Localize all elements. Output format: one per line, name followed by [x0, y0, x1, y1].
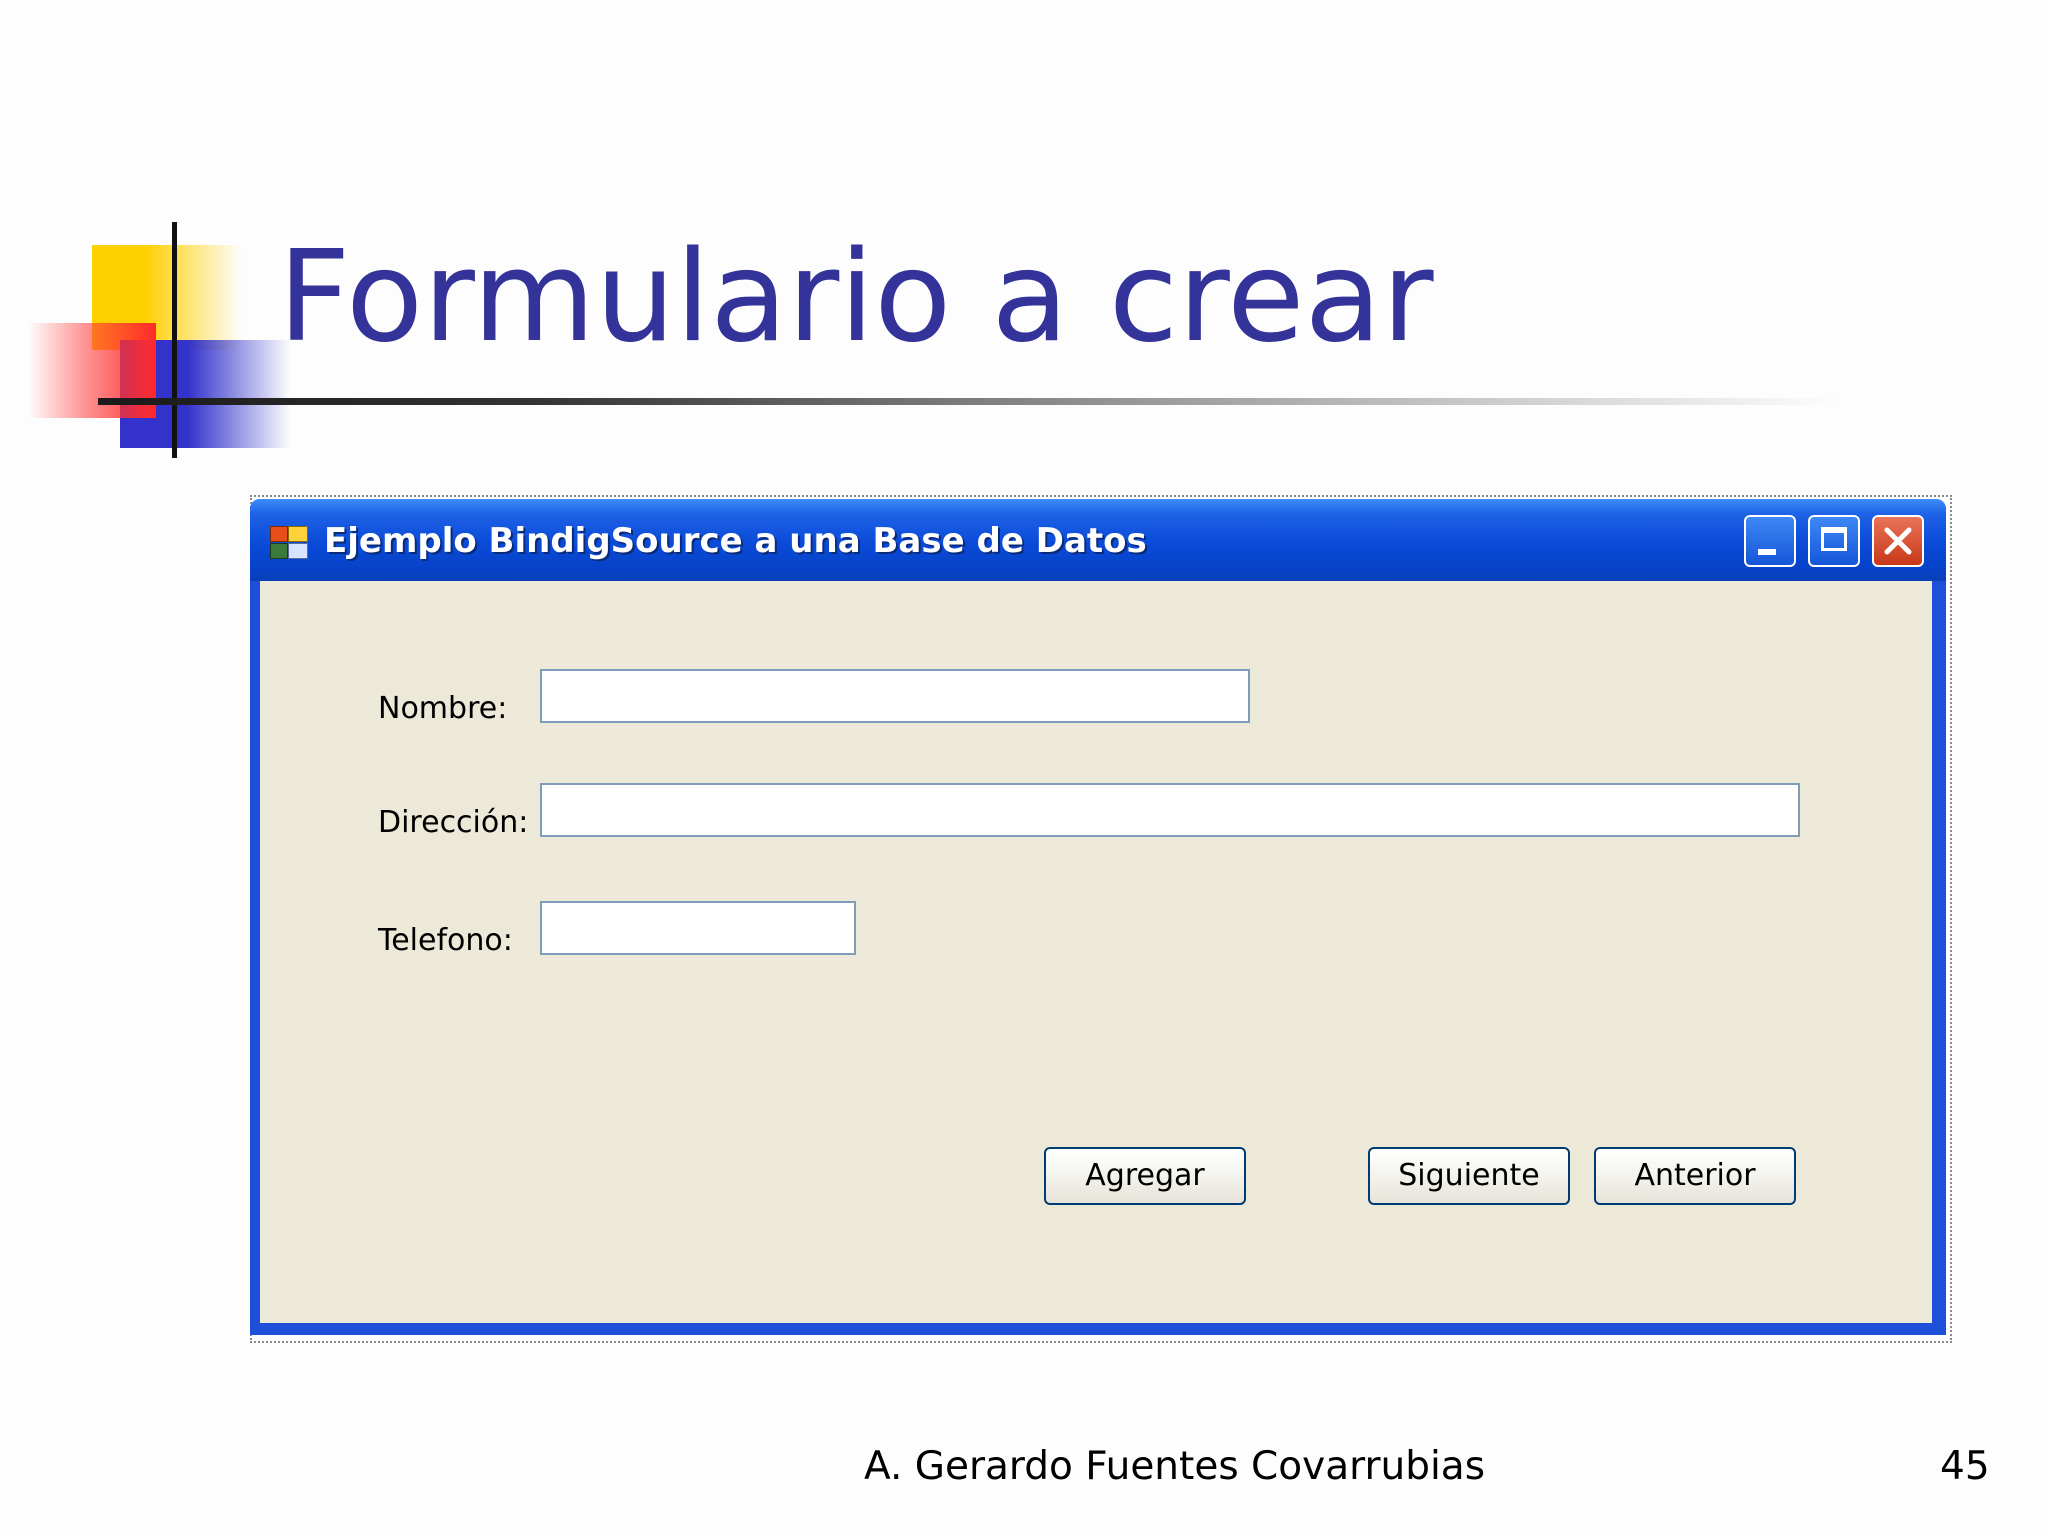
nombre-input[interactable] [540, 669, 1250, 723]
close-button[interactable] [1872, 515, 1924, 567]
siguiente-button[interactable]: Siguiente [1368, 1147, 1570, 1205]
maximize-button[interactable] [1808, 515, 1860, 567]
direccion-input[interactable] [540, 783, 1800, 837]
form-client-area: Nombre: Dirección: Telefono: Agregar Sig… [260, 581, 1932, 1323]
slide-title: Formulario a crear [278, 223, 1434, 370]
telefono-input[interactable] [540, 901, 856, 955]
anterior-button[interactable]: Anterior [1594, 1147, 1796, 1205]
agregar-button[interactable]: Agregar [1044, 1147, 1246, 1205]
window-titlebar[interactable]: Ejemplo BindigSource a una Base de Datos [250, 499, 1946, 581]
telefono-label: Telefono: [378, 923, 513, 958]
title-decoration-vertical-line [172, 222, 177, 458]
close-icon [1884, 527, 1912, 555]
nombre-label: Nombre: [378, 691, 508, 726]
page-number: 45 [1940, 1444, 1990, 1489]
minimize-button[interactable] [1744, 515, 1796, 567]
direccion-label: Dirección: [378, 805, 529, 840]
title-underline [98, 398, 1838, 405]
maximize-icon [1821, 527, 1847, 551]
app-icon[interactable] [270, 526, 308, 560]
window-title: Ejemplo BindigSource a una Base de Datos [324, 521, 1147, 561]
form-window: Ejemplo BindigSource a una Base de Datos… [250, 499, 1946, 1335]
minimize-icon [1758, 549, 1776, 555]
footer-author: A. Gerardo Fuentes Covarrubias [864, 1444, 1486, 1489]
